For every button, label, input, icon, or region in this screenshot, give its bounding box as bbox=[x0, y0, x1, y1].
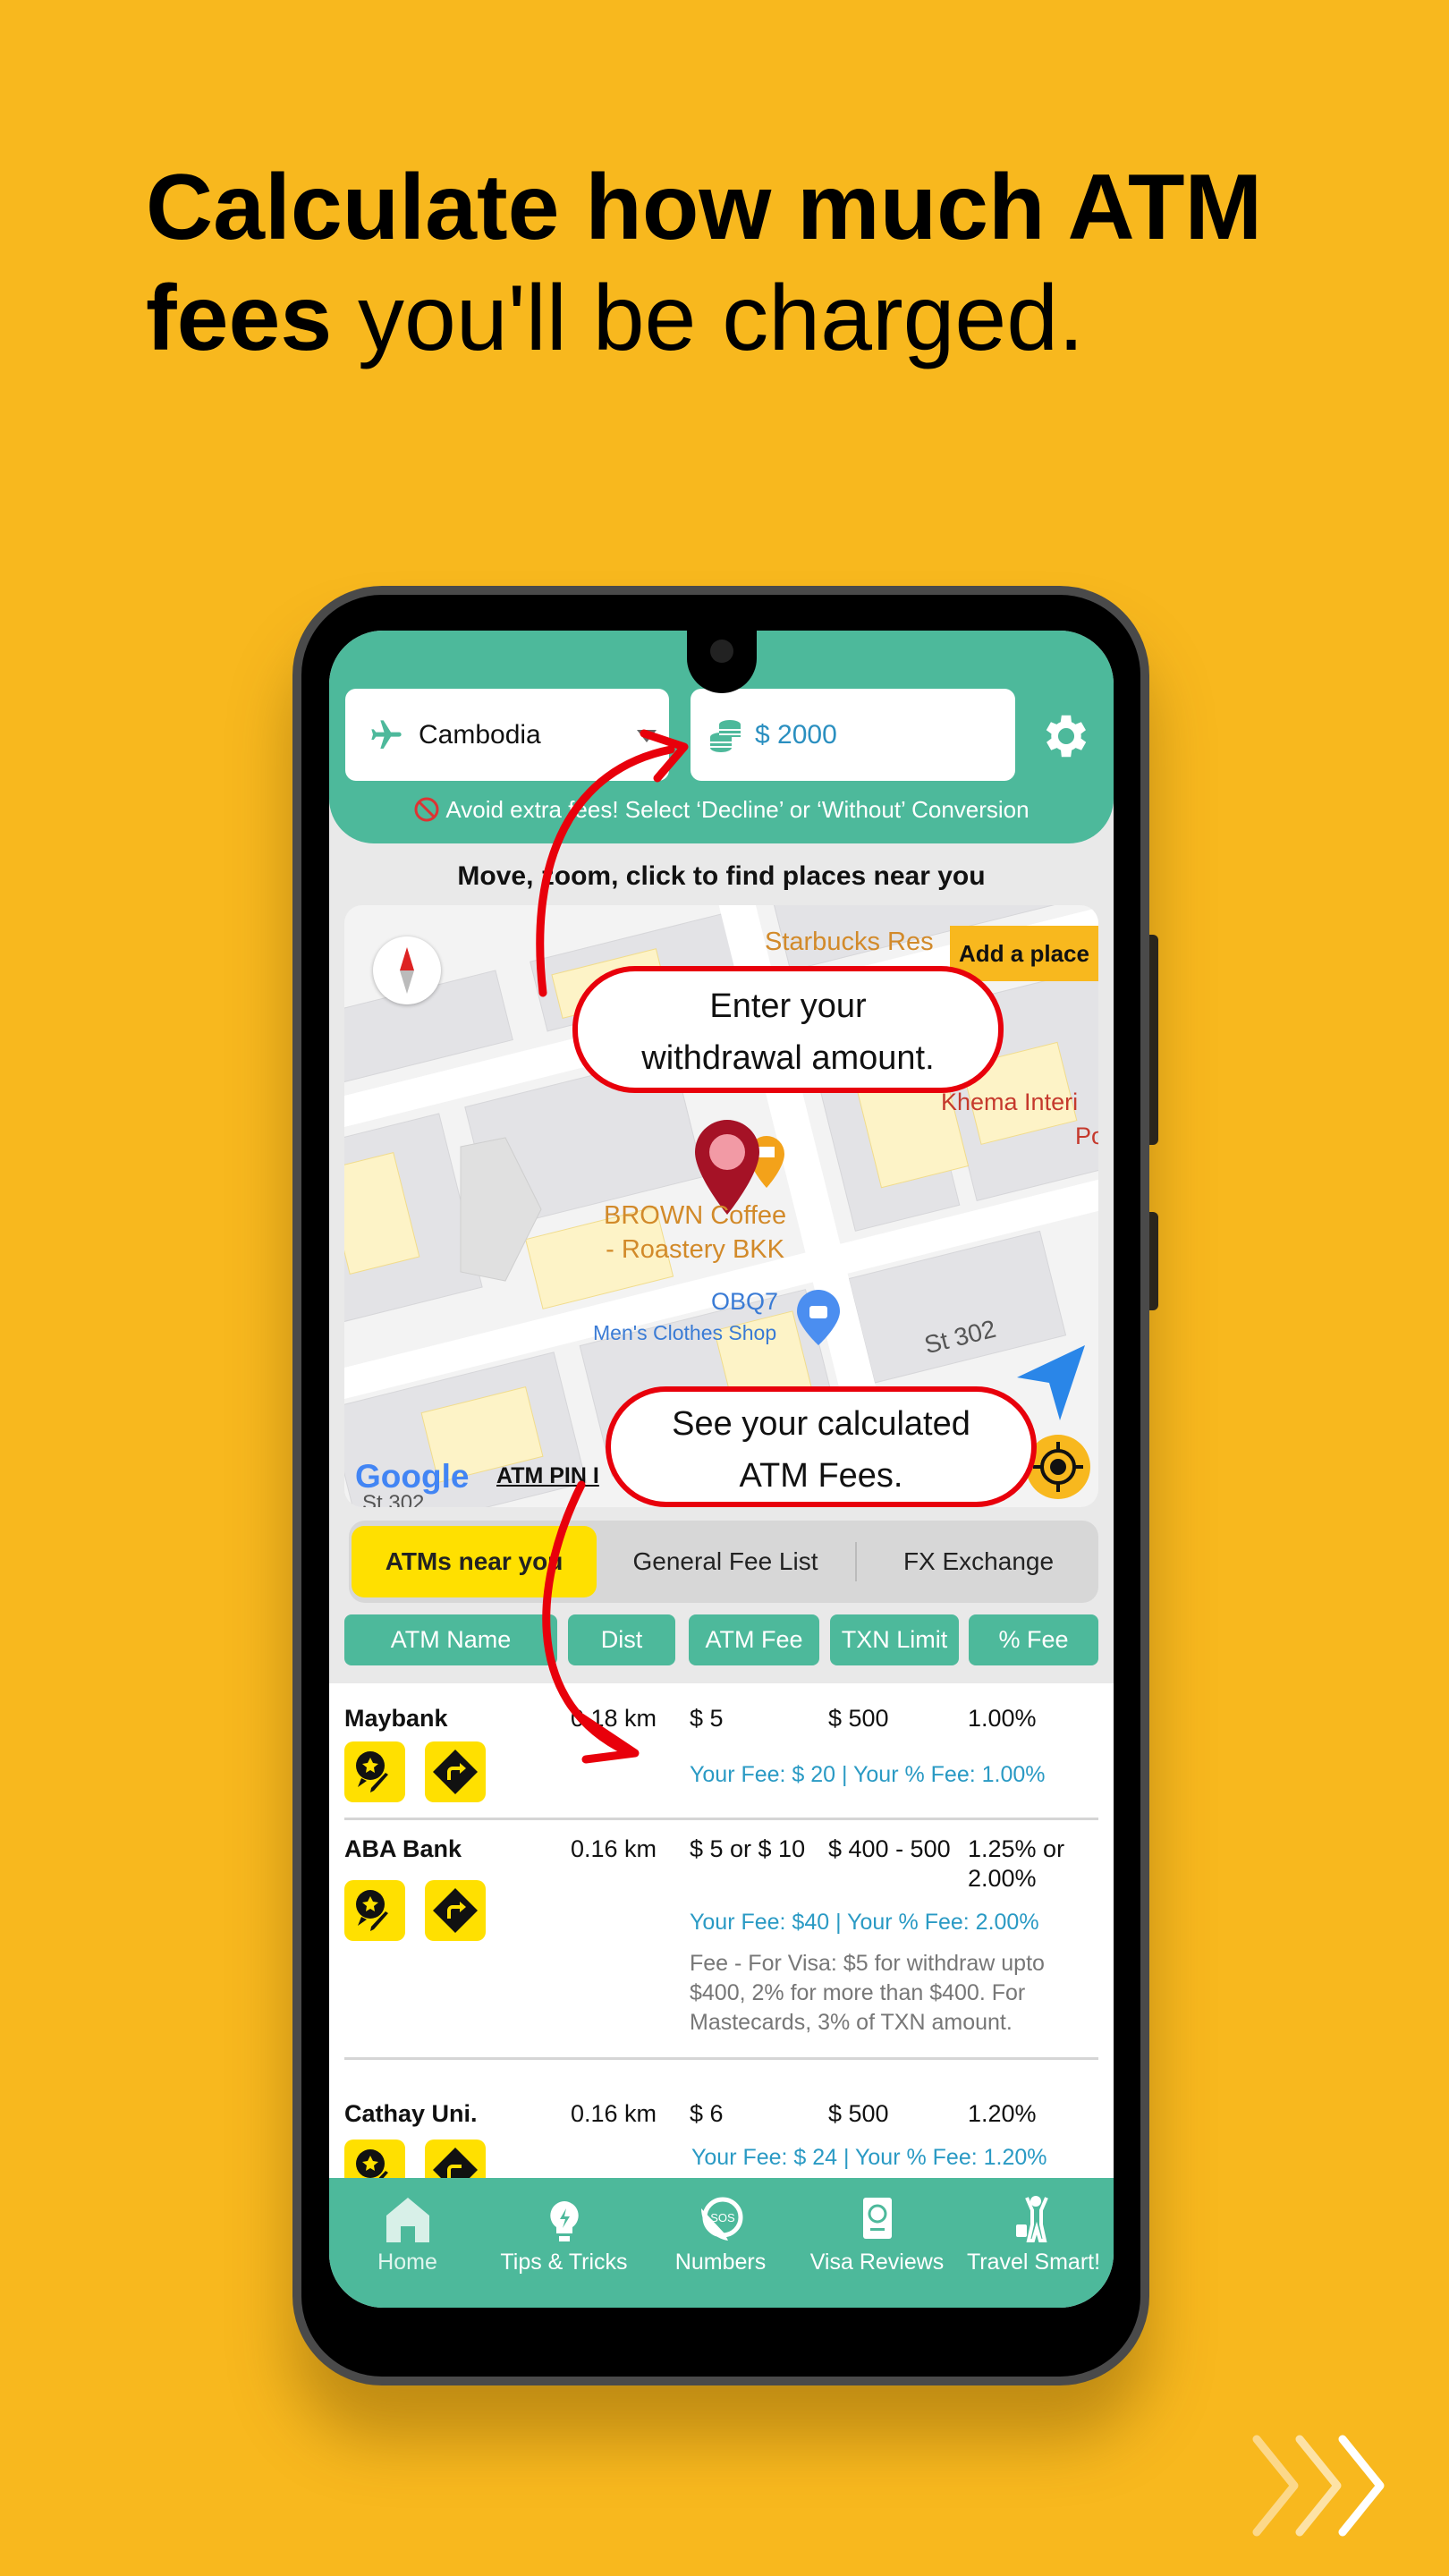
callout-arrows bbox=[536, 729, 689, 1764]
next-chevrons-icon[interactable] bbox=[1248, 2428, 1391, 2545]
callout-amount: Enter your withdrawal amount. bbox=[572, 966, 1004, 1093]
callout-text: ATM Fees. bbox=[739, 1457, 903, 1495]
callout-text: withdrawal amount. bbox=[641, 1039, 935, 1077]
callout-fees: See your calculated ATM Fees. bbox=[606, 1386, 1037, 1507]
callout-text: See your calculated bbox=[672, 1405, 970, 1443]
callout-text: Enter your bbox=[709, 987, 867, 1025]
